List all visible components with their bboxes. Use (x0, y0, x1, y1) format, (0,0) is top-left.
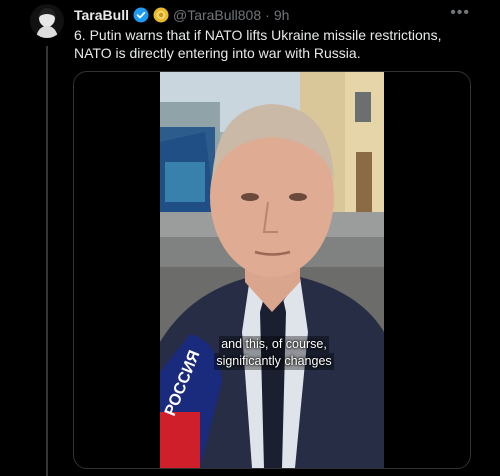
post-text: 6. Putin warns that if NATO lifts Ukrain… (74, 27, 442, 61)
video-player[interactable]: РОССИЯ and this, of course, significantl… (160, 72, 384, 468)
video-frame: РОССИЯ (160, 72, 384, 468)
separator-dot: · (265, 7, 270, 23)
post-time[interactable]: 9h (274, 7, 290, 23)
verified-badge-icon (133, 7, 149, 23)
post-header: TaraBull @TaraBull808 · 9h (74, 6, 474, 24)
avatar-image (30, 4, 64, 38)
author-handle[interactable]: @TaraBull808 (173, 7, 261, 23)
caption-line-1: and this, of course, (219, 336, 329, 353)
avatar[interactable] (30, 4, 64, 38)
media-container[interactable]: РОССИЯ and this, of course, significantl… (73, 71, 471, 469)
gold-badge-icon (153, 7, 169, 23)
more-options-icon[interactable]: ••• (450, 4, 470, 22)
thread-line (46, 46, 48, 476)
caption-line-2: significantly changes (214, 353, 334, 370)
video-caption: and this, of course, significantly chang… (204, 336, 344, 370)
author-name[interactable]: TaraBull (74, 7, 129, 23)
